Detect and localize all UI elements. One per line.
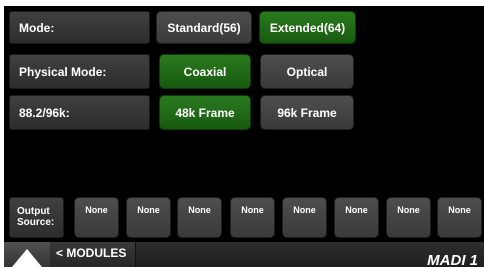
rate-label: 88.2/96k:: [9, 95, 150, 130]
physical-mode-coaxial-button[interactable]: Coaxial: [159, 54, 251, 89]
output-source-slot-1[interactable]: None: [74, 197, 119, 238]
madi-settings-screen: Mode: Standard(56) Extended(64) Physical…: [4, 6, 484, 267]
mode-label: Mode:: [9, 11, 150, 44]
output-source-label: Output Source:: [9, 197, 64, 238]
mode-extended-button[interactable]: Extended(64): [259, 11, 356, 44]
modules-back-button[interactable]: < MODULES: [50, 242, 136, 267]
home-button[interactable]: [4, 242, 51, 267]
physical-mode-optical-button[interactable]: Optical: [260, 54, 354, 89]
device-name: MADI 1: [427, 252, 478, 267]
physical-mode-label: Physical Mode:: [9, 54, 150, 89]
output-source-slot-7[interactable]: None: [386, 197, 431, 238]
mode-standard-button[interactable]: Standard(56): [156, 11, 252, 44]
output-source-slot-6[interactable]: None: [334, 197, 379, 238]
output-source-slot-4[interactable]: None: [230, 197, 275, 238]
triangle-logo-icon: [12, 249, 42, 267]
output-source-label-line2: Source:: [17, 217, 55, 228]
output-source-slot-5[interactable]: None: [282, 197, 327, 238]
output-source-label-line1: Output: [17, 206, 50, 217]
rate-48k-frame-button[interactable]: 48k Frame: [159, 95, 251, 130]
output-source-slot-8[interactable]: None: [437, 197, 482, 238]
output-source-slot-3[interactable]: None: [177, 197, 222, 238]
output-source-slot-2[interactable]: None: [126, 197, 171, 238]
rate-96k-frame-button[interactable]: 96k Frame: [260, 95, 354, 130]
